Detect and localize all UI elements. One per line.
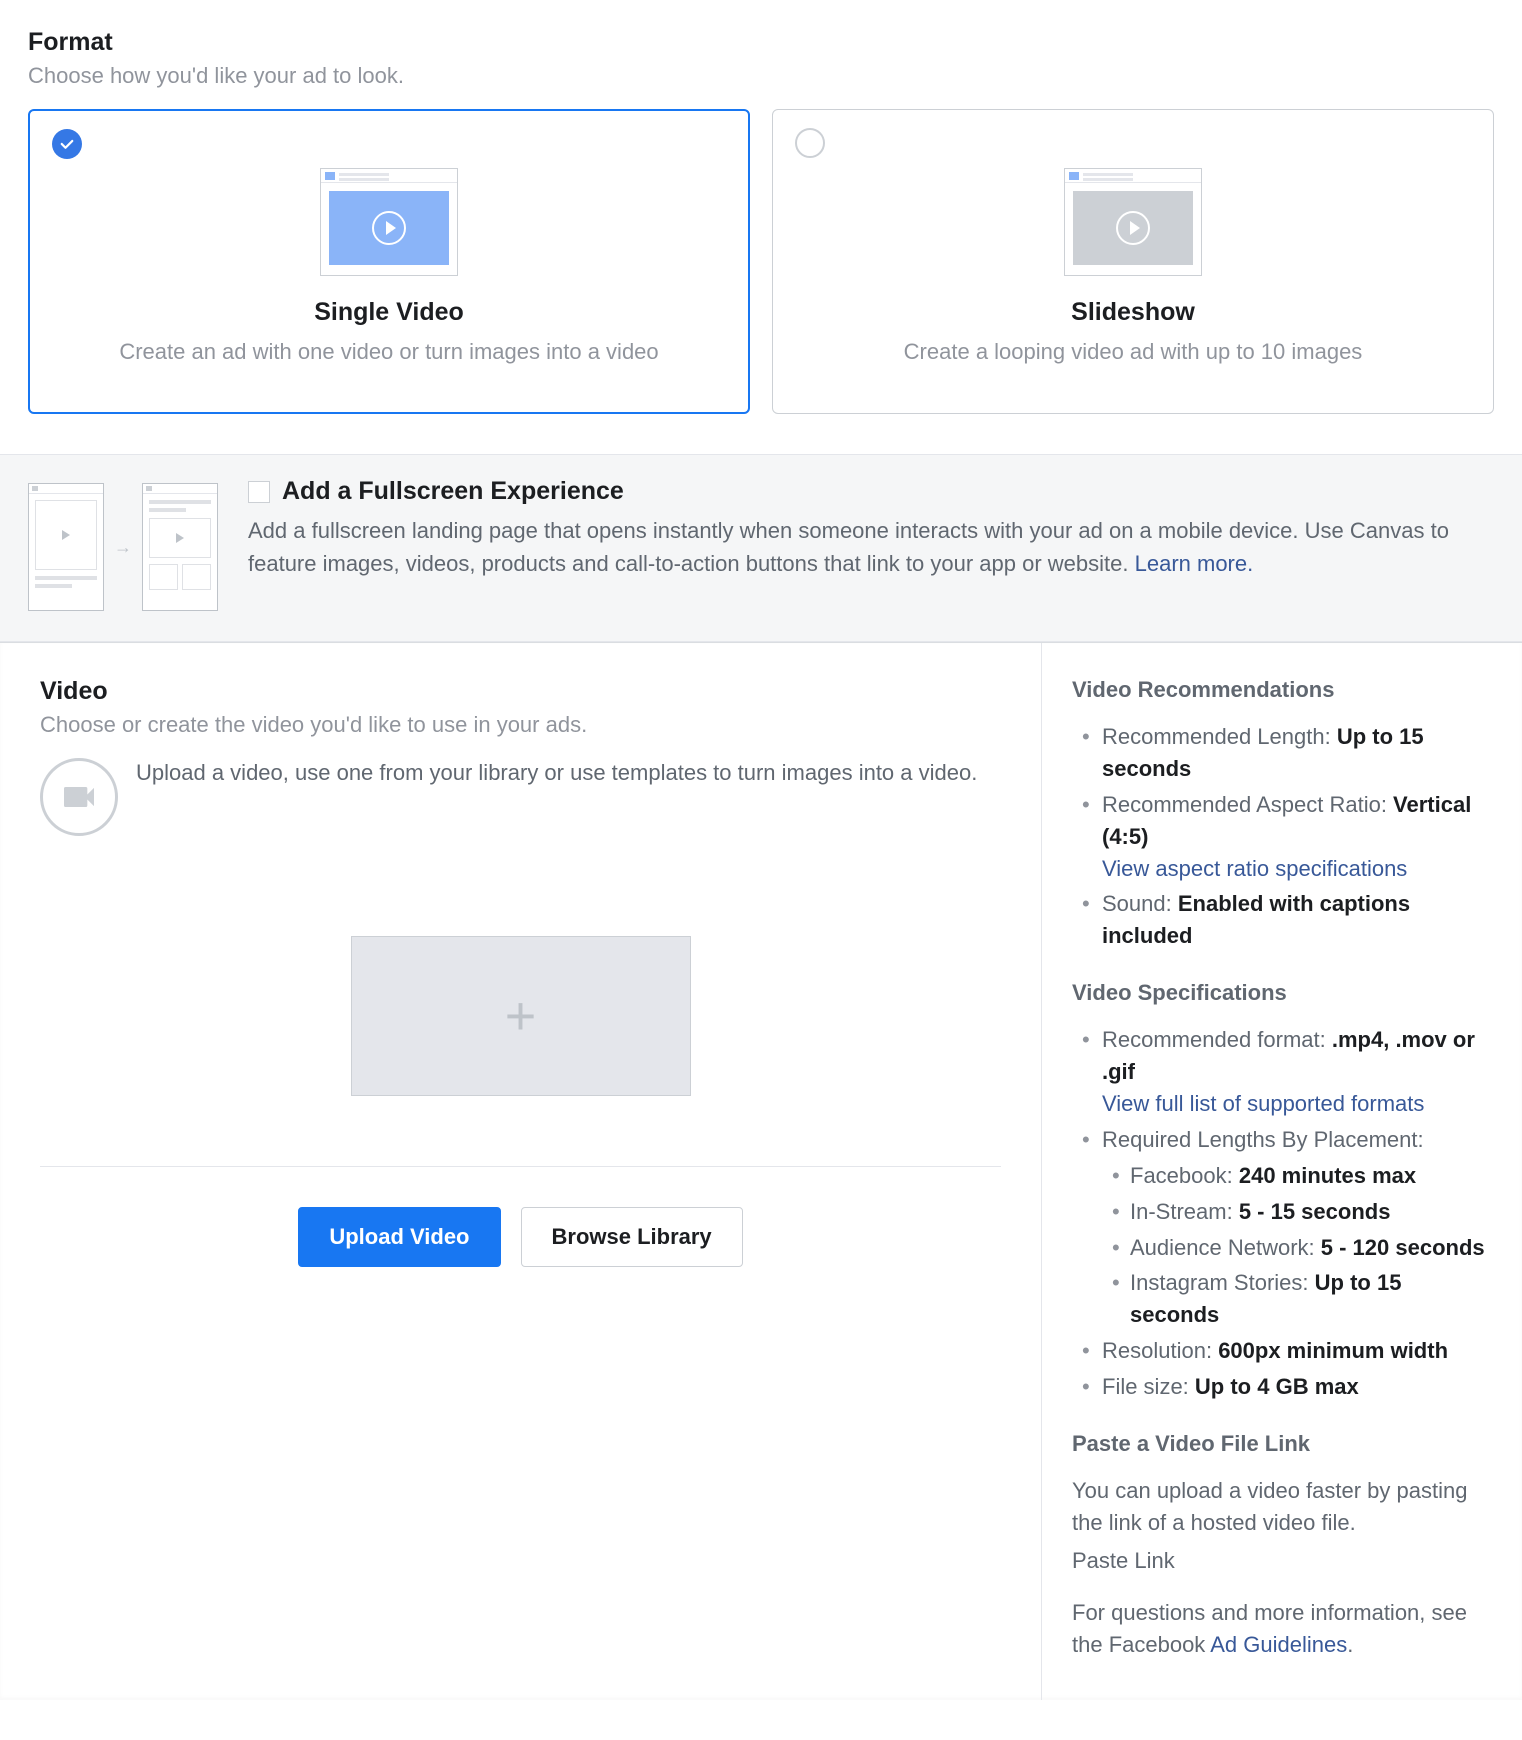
upload-hint: Upload a video, use one from your librar… [136,758,977,789]
video-subtitle: Choose or create the video you'd like to… [40,712,1001,738]
video-title: Video [40,677,1001,706]
formats-link[interactable]: View full list of supported formats [1102,1091,1424,1116]
fullscreen-desc: Add a fullscreen landing page that opens… [248,514,1494,580]
spec-fb: Facebook: 240 minutes max [1110,1160,1492,1192]
learn-more-link[interactable]: Learn more. [1135,551,1254,576]
format-card-desc: Create an ad with one video or turn imag… [53,339,725,365]
arrow-right-icon: → [114,537,132,558]
fullscreen-checkbox[interactable] [248,481,270,503]
video-camera-icon [40,758,118,836]
rec-sound: Sound: Enabled with captions included [1080,888,1492,952]
upload-video-button[interactable]: Upload Video [298,1207,500,1267]
video-section: Video Choose or create the video you'd l… [0,643,1042,1700]
plus-icon: + [505,989,537,1043]
spec-instagram: Instagram Stories: Up to 15 seconds [1110,1267,1492,1331]
rec-length: Recommended Length: Up to 15 seconds [1080,721,1492,785]
single-video-illustration [53,168,725,276]
aspect-ratio-link[interactable]: View aspect ratio specifications [1102,856,1407,881]
spec-format: Recommended format: .mp4, .mov or .gifVi… [1080,1024,1492,1120]
fullscreen-illustration: → [28,477,218,611]
format-subtitle: Choose how you'd like your ad to look. [28,63,1494,89]
paste-desc: You can upload a video faster by pasting… [1072,1475,1492,1539]
spec-audience-network: Audience Network: 5 - 120 seconds [1110,1232,1492,1264]
specs-heading: Video Specifications [1072,980,1492,1006]
ad-guidelines-link[interactable]: Ad Guidelines [1210,1632,1347,1657]
spec-resolution: Resolution: 600px minimum width [1080,1335,1492,1367]
format-section: Format Choose how you'd like your ad to … [28,28,1494,414]
check-icon [52,129,82,159]
spec-filesize: File size: Up to 4 GB max [1080,1371,1492,1403]
paste-link[interactable]: Paste Link [1072,1545,1492,1577]
video-placeholder[interactable]: + [351,936,691,1096]
radio-unchecked-icon [795,128,825,158]
format-title: Format [28,28,1494,57]
specs-sidebar: Video Recommendations Recommended Length… [1042,643,1522,1700]
fullscreen-title: Add a Fullscreen Experience [282,477,624,506]
paste-footer: For questions and more information, see … [1072,1597,1492,1661]
browse-library-button[interactable]: Browse Library [521,1207,743,1267]
format-card-title: Slideshow [797,298,1469,327]
format-card-desc: Create a looping video ad with up to 10 … [797,339,1469,365]
recs-heading: Video Recommendations [1072,677,1492,703]
spec-req-lengths: Required Lengths By Placement: Facebook:… [1080,1124,1492,1331]
format-card-single-video[interactable]: Single Video Create an ad with one video… [28,109,750,414]
format-card-slideshow[interactable]: Slideshow Create a looping video ad with… [772,109,1494,414]
format-card-title: Single Video [53,298,725,327]
paste-heading: Paste a Video File Link [1072,1431,1492,1457]
slideshow-illustration [797,168,1469,276]
spec-instream: In-Stream: 5 - 15 seconds [1110,1196,1492,1228]
fullscreen-panel: → Add a Fullscreen Experience Add a full… [0,454,1522,642]
rec-ratio: Recommended Aspect Ratio: Vertical (4:5)… [1080,789,1492,885]
